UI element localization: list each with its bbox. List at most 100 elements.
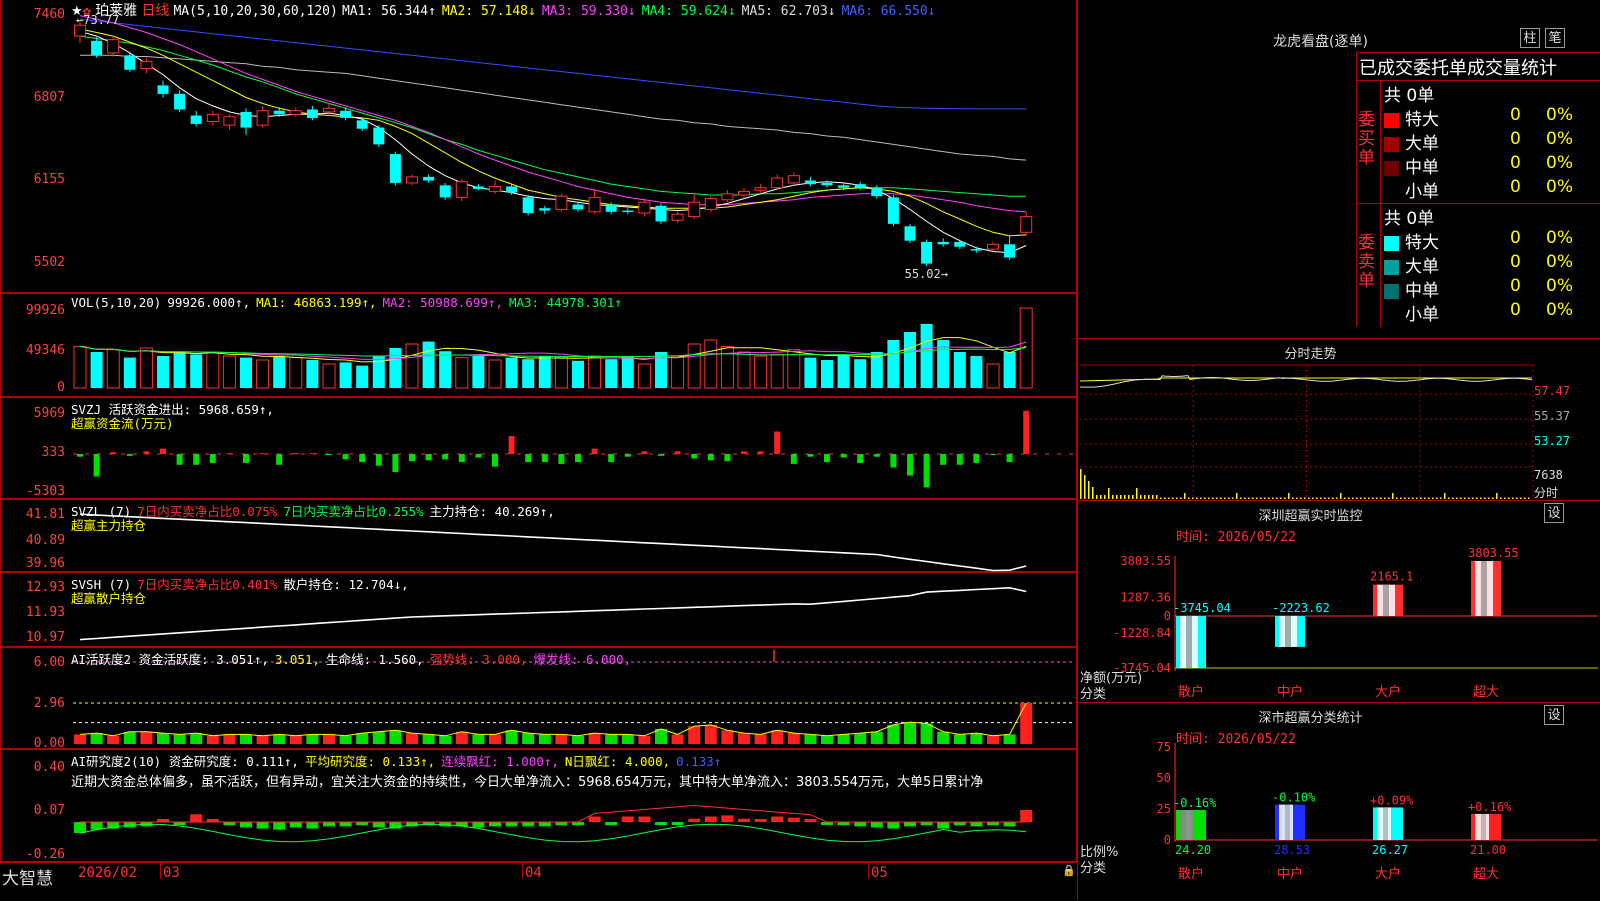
research-bar-down — [90, 822, 103, 830]
candle-body-down — [804, 180, 816, 185]
sz-monitor-category: 大户 — [1375, 684, 1401, 700]
order-name: 大单 — [1405, 134, 1439, 154]
intraday-volume-bar — [1320, 497, 1322, 499]
intraday-volume-bar — [1324, 497, 1326, 499]
order-color-swatch — [1384, 283, 1399, 299]
active-bar-down — [190, 733, 203, 744]
volume-bar-down — [157, 356, 169, 388]
sz-monitor-panel[interactable]: 深圳超赢实时监控 设 时间: 2026/05/22 3803.55 1287.36… — [1078, 500, 1600, 703]
x-axis[interactable]: 大智慧 2026/02 03 04 05 🔒 — [0, 862, 1077, 901]
intraday-volume-bar — [1456, 497, 1458, 499]
order-value: 0 — [1510, 276, 1521, 296]
volume-bar-down — [422, 341, 435, 388]
sz-class-value-label: 21.00 — [1470, 843, 1506, 857]
active-bar-down — [870, 731, 883, 744]
sz-monitor-y-tick: 3803.55 — [1120, 554, 1171, 568]
intraday-volume-bar — [1472, 497, 1474, 499]
pen-button[interactable]: 笔 — [1545, 28, 1565, 48]
intraday-volume-bar — [1240, 497, 1242, 499]
candle-body-up — [206, 113, 219, 123]
sz-monitor-category: 超大 — [1473, 685, 1499, 700]
active-bar-up — [74, 734, 86, 744]
order-pct: 0% — [1546, 228, 1573, 248]
volume-panel[interactable]: VOL(5,10,20) 99926.000↑, MA1: 46863.199↑, M… — [0, 293, 1077, 397]
intraday-volume-bar — [1284, 497, 1286, 499]
intraday-volume-bar — [1416, 497, 1418, 499]
ma-label: MA(5,10,20,30,60,120) — [173, 4, 338, 19]
ma-values: MA1: 56.344↑ MA2: 57.148↓ MA3: 59.330↓ MA4:… — [342, 4, 942, 19]
intraday-volume-bar — [1420, 497, 1422, 499]
sz-monitor-value-label: 2165.1 — [1370, 570, 1413, 584]
order-name: 小单 — [1405, 182, 1439, 202]
research-bar-down — [289, 822, 302, 828]
sz-class-panel[interactable]: 深市超赢分类统计 设 时间: 2026/05/22 75 50 25 0 -0.16% 2… — [1078, 702, 1600, 901]
intraday-volume-bar — [1484, 497, 1486, 499]
ma-line-ma4 — [79, 35, 1027, 197]
research-bar-down — [655, 822, 667, 825]
intraday-volume-bar — [1128, 495, 1130, 499]
intraday-volume-bar — [1228, 497, 1230, 499]
y-tick-label: 0.07 — [33, 803, 65, 818]
research-bar-down — [323, 822, 335, 827]
active-bar-down — [538, 734, 551, 744]
buy-section: 委买单 共 0单 特大 0 0% 大单 0 0% 中单 0 0% 小单 0 0% — [1357, 80, 1600, 203]
settings-icon[interactable]: ✿ — [83, 7, 91, 18]
candle-body-down — [838, 185, 850, 188]
candle-body-up — [455, 181, 468, 198]
svzl-panel[interactable]: SVZL (7) 7日内买卖净占比0.075% 7日内买卖净占比0.255% 主力持仓… — [0, 499, 1077, 572]
intraday-volume-bar — [1316, 497, 1318, 499]
x-label-mar: 03 — [163, 865, 180, 881]
research-bar-down — [1003, 822, 1016, 827]
ai-active-panel[interactable]: AI活跃度2 资金活跃度: 3.051↑, 3.051, 生命线: 1.560, 强势… — [0, 647, 1077, 751]
svzj-panel[interactable]: SVZJ 活跃资金进出: 5968.659↑, 超赢资金流(万元) 5969 33… — [0, 397, 1077, 499]
volume-bar-down — [522, 359, 535, 388]
period-label[interactable]: 日线 — [141, 3, 169, 19]
svsh-line — [79, 586, 1027, 641]
volume-bar-down — [90, 352, 103, 388]
research-bar-up — [621, 816, 634, 822]
lock-icon[interactable]: 🔒 — [1062, 864, 1076, 877]
svsh-panel[interactable]: SVSH (7) 7日内买卖净占比0.401% 散户持仓: 12.704↓, 超赢散… — [0, 572, 1077, 647]
y-tick-label: 41.81 — [25, 507, 65, 522]
intraday-volume-bar — [1204, 497, 1206, 499]
candle-body-up — [107, 39, 120, 54]
intraday-volume-bar — [1164, 497, 1166, 499]
volume-bar-down — [472, 356, 485, 388]
intraday-volume-bar — [1232, 497, 1234, 499]
pillar-button[interactable]: 柱 — [1520, 28, 1540, 48]
active-bar-down — [372, 731, 385, 744]
order-color-swatch — [1384, 112, 1399, 128]
volume-legend: VOL(5,10,20) 99926.000↑, MA1: 46863.199↑, M… — [71, 295, 628, 310]
active-bar-down — [439, 735, 452, 744]
flow-bar-in — [259, 453, 266, 455]
stock-name[interactable]: 珀莱雅 — [95, 3, 137, 19]
intraday-vol-unit: 分时 — [1534, 486, 1559, 500]
research-bar-down — [671, 822, 684, 825]
main-chart-panel[interactable]: ←73.77 55.02→ ★✿ 珀莱雅 日线 MA(5,10,20,30,60,… — [0, 0, 1077, 293]
active-bar-up — [555, 734, 568, 744]
candle-body-down — [174, 93, 186, 110]
candlestick-chart[interactable]: ←73.7755.02→ — [1, 0, 1078, 293]
ma-value: MA5: 62.703↓ — [741, 4, 836, 19]
candle-body-down — [273, 110, 285, 115]
intraday-volume-bar — [1160, 497, 1162, 499]
sz-class-value-label: 24.20 — [1175, 843, 1211, 857]
intraday-panel[interactable]: 分时走势 57.47 55.37 53.27 7638 分时 — [1078, 338, 1600, 501]
active-bar-down — [356, 733, 369, 744]
volume-bar-up — [704, 339, 718, 389]
ai-research-panel[interactable]: AI研究度2(10) 资金研究度: 0.111↑, 平均研究度: 0.133↑, 连… — [0, 749, 1077, 862]
research-avg-line — [80, 804, 1027, 823]
x-label-apr: 04 — [525, 865, 542, 881]
intraday-volume-bar — [1100, 495, 1102, 499]
candle-body-down — [356, 120, 368, 129]
ma-line-ma2 — [79, 28, 1027, 237]
sz-class-value-label: 26.27 — [1372, 843, 1408, 857]
flow-bar-out — [193, 454, 200, 465]
intraday-volume-bar — [1432, 497, 1434, 499]
star-icon[interactable]: ★ — [71, 4, 83, 19]
active-bar-up — [256, 735, 269, 744]
y-tick-label: 5969 — [33, 406, 65, 421]
intraday-volume-bar — [1300, 497, 1302, 499]
candle-body-up — [323, 107, 335, 113]
intraday-volume-bar — [1412, 497, 1414, 499]
